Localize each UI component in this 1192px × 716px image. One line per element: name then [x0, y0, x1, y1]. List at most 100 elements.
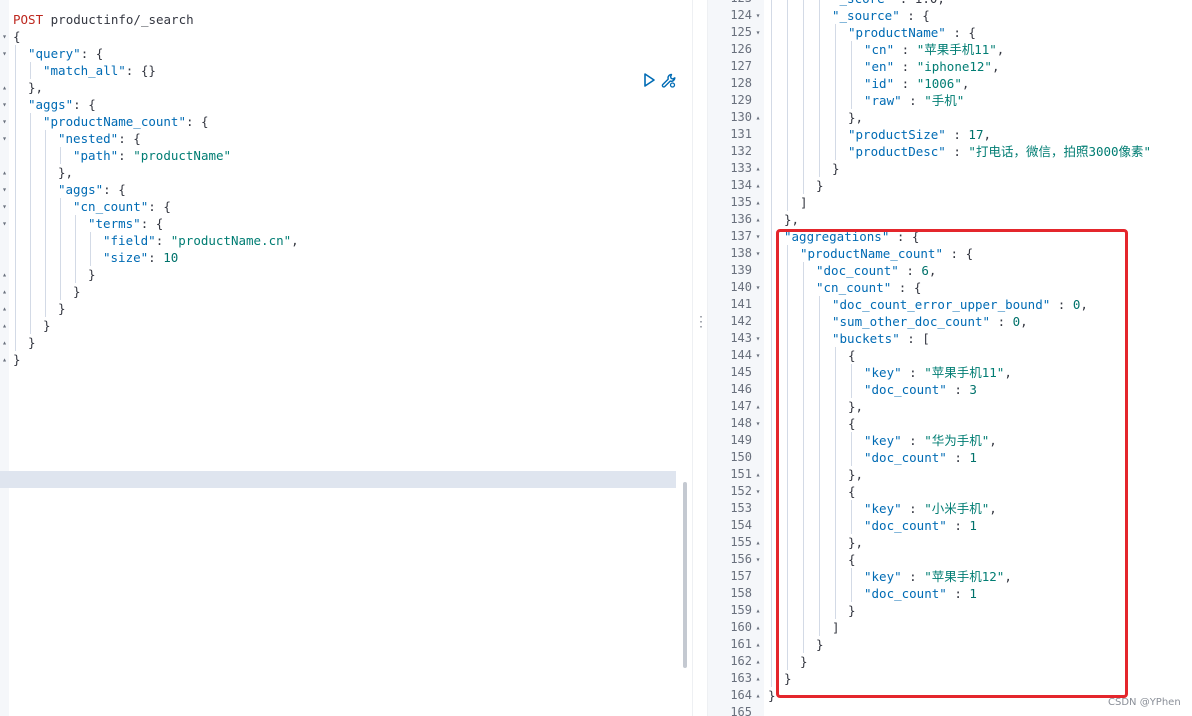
request-code-line[interactable]: ▴},: [0, 79, 680, 96]
fold-close-icon[interactable]: ▴: [0, 300, 9, 317]
request-code-line[interactable]: ▾ "aggs": {: [0, 181, 680, 198]
watermark: CSDN @YPhen: [1108, 697, 1181, 708]
fold-close-icon[interactable]: ▴: [754, 109, 762, 126]
indent-guide: [835, 24, 836, 41]
fold-close-icon[interactable]: ▴: [754, 398, 762, 415]
fold-open-icon[interactable]: ▾: [754, 279, 762, 296]
request-code-line[interactable]: ▴}: [0, 317, 680, 334]
indent-guide: [835, 143, 836, 160]
code-text: "doc_count" : 1: [864, 517, 977, 534]
fold-close-icon[interactable]: ▴: [754, 602, 762, 619]
request-code-line[interactable]: "field": "productName.cn",: [0, 232, 680, 249]
fold-close-icon[interactable]: ▴: [0, 351, 9, 368]
fold-open-icon[interactable]: ▾: [0, 198, 9, 215]
fold-open-icon[interactable]: ▾: [754, 330, 762, 347]
json-punctuation: :: [894, 76, 917, 91]
fold-close-icon[interactable]: ▴: [0, 79, 9, 96]
request-code-line[interactable]: ▴},: [0, 164, 680, 181]
request-code-line[interactable]: ▾{: [0, 28, 680, 45]
response-code-line: 128 "id" : "1006",: [708, 75, 1192, 92]
indent-guide: [787, 279, 788, 296]
fold-close-icon[interactable]: ▴: [754, 211, 762, 228]
indent-guide: [771, 568, 772, 585]
request-code-line[interactable]: ▴}: [0, 283, 680, 300]
request-code-line[interactable]: ▴}: [0, 300, 680, 317]
request-code-line[interactable]: ▾ "productName_count": {: [0, 113, 680, 130]
fold-close-icon[interactable]: ▴: [754, 619, 762, 636]
indent-guide: [771, 415, 772, 432]
request-code-line[interactable]: "path": "productName": [0, 147, 680, 164]
request-code-line[interactable]: ▴}: [0, 266, 680, 283]
indent-guide: [851, 41, 852, 58]
fold-close-icon[interactable]: ▴: [754, 194, 762, 211]
fold-open-icon[interactable]: ▾: [754, 415, 762, 432]
indent-guide: [15, 79, 16, 96]
indent-guide: [771, 364, 772, 381]
fold-open-icon[interactable]: ▾: [0, 130, 9, 147]
response-viewer[interactable]: 123"_score" : 1.0,124▾"_source" : {125▾"…: [708, 0, 1192, 716]
fold-open-icon[interactable]: ▾: [754, 551, 762, 568]
line-number: 132: [730, 144, 752, 158]
fold-close-icon[interactable]: ▴: [754, 160, 762, 177]
code-text: },: [58, 164, 73, 181]
request-code-line[interactable]: ▴}: [0, 334, 680, 351]
play-icon[interactable]: [641, 72, 657, 88]
json-punctuation: : {: [80, 46, 104, 61]
fold-open-icon[interactable]: ▾: [754, 245, 762, 262]
fold-close-icon[interactable]: ▴: [0, 317, 9, 334]
response-code-line: 158 "doc_count" : 1: [708, 585, 1192, 602]
pane-resizer[interactable]: · · ·: [692, 0, 708, 716]
indent-guide: [787, 330, 788, 347]
request-code-line[interactable]: ▾ "nested": {: [0, 130, 680, 147]
request-scrollbar[interactable]: [683, 482, 687, 668]
fold-close-icon[interactable]: ▴: [754, 670, 762, 687]
fold-close-icon[interactable]: ▴: [0, 334, 9, 351]
fold-open-icon[interactable]: ▾: [0, 215, 9, 232]
indent-guide: [851, 500, 852, 517]
fold-open-icon[interactable]: ▾: [754, 228, 762, 245]
fold-close-icon[interactable]: ▴: [754, 636, 762, 653]
indent-guide: [771, 347, 772, 364]
fold-close-icon[interactable]: ▴: [754, 687, 762, 704]
fold-open-icon[interactable]: ▾: [0, 45, 9, 62]
request-code-line[interactable]: ▴}: [0, 351, 680, 368]
indent-guide: [819, 466, 820, 483]
indent-guide: [30, 249, 31, 266]
code-text: "terms": {: [88, 215, 163, 232]
fold-close-icon[interactable]: ▴: [754, 466, 762, 483]
indent-guide: [787, 245, 788, 262]
request-code[interactable]: POST productinfo/_search ▾{▾ "query": {"m…: [0, 11, 680, 368]
wrench-icon[interactable]: [660, 72, 678, 90]
request-editor[interactable]: POST productinfo/_search ▾{▾ "query": {"m…: [0, 0, 692, 716]
request-code-line[interactable]: "match_all": {}: [0, 62, 680, 79]
fold-close-icon[interactable]: ▴: [0, 266, 9, 283]
json-number: 10: [163, 250, 179, 265]
fold-open-icon[interactable]: ▾: [754, 483, 762, 500]
fold-close-icon[interactable]: ▴: [754, 534, 762, 551]
fold-close-icon[interactable]: ▴: [754, 653, 762, 670]
fold-open-icon[interactable]: ▾: [0, 113, 9, 130]
code-text: }: [784, 670, 792, 687]
fold-open-icon[interactable]: ▾: [0, 181, 9, 198]
fold-open-icon[interactable]: ▾: [754, 347, 762, 364]
fold-open-icon[interactable]: ▾: [0, 28, 9, 45]
request-code-line[interactable]: ▾ "cn_count": {: [0, 198, 680, 215]
json-key: "match_all": [43, 63, 126, 78]
fold-open-icon[interactable]: ▾: [754, 24, 762, 41]
request-code-line[interactable]: "size": 10: [0, 249, 680, 266]
fold-open-icon[interactable]: ▾: [0, 96, 9, 113]
fold-close-icon[interactable]: ▴: [0, 283, 9, 300]
request-line[interactable]: POST productinfo/_search: [0, 11, 680, 28]
fold-close-icon[interactable]: ▴: [0, 164, 9, 181]
resize-handle-icon[interactable]: · · ·: [698, 313, 704, 333]
indent-guide: [803, 619, 804, 636]
indent-guide: [803, 449, 804, 466]
request-code-line[interactable]: ▾ "terms": {: [0, 215, 680, 232]
fold-close-icon[interactable]: ▴: [754, 177, 762, 194]
fold-open-icon[interactable]: ▾: [754, 7, 762, 24]
request-code-line[interactable]: ▾ "aggs": {: [0, 96, 680, 113]
request-code-line[interactable]: ▾ "query": {: [0, 45, 680, 62]
indent-guide: [771, 262, 772, 279]
indent-guide: [819, 58, 820, 75]
response-code-line: 131 "productSize" : 17,: [708, 126, 1192, 143]
